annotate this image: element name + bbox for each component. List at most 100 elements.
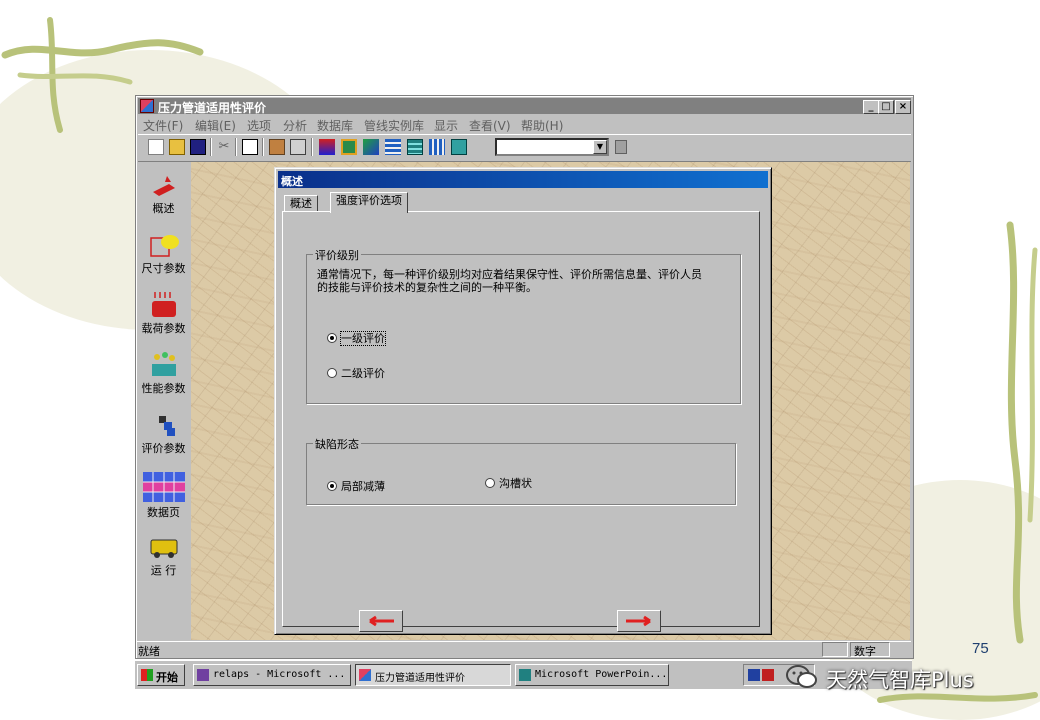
- new-icon[interactable]: [148, 139, 164, 155]
- radio-empty-icon: [327, 368, 337, 378]
- overview-dialog: 概述 概述 强度评价选项 评价级别 通常情况下，每一种评价级别均对应着结果保守性…: [274, 167, 772, 635]
- radio-local-thinning[interactable]: 局部减薄: [327, 478, 385, 494]
- sidebar-item-label: 载荷参数: [141, 322, 186, 335]
- table-icon[interactable]: [407, 139, 423, 155]
- menu-view[interactable]: 查看(V): [469, 117, 511, 134]
- sidebar-item-label: 概述: [152, 202, 175, 215]
- status-cell-empty: [822, 642, 848, 657]
- next-button[interactable]: [617, 610, 661, 632]
- group-caption: 评价级别: [313, 247, 361, 263]
- data-page-icon: [143, 472, 185, 502]
- evaluation-icon: [159, 416, 175, 436]
- fit-icon[interactable]: [451, 139, 467, 155]
- menubar: 文件(F) 编辑(E) 选项 分析 数据库 管线实例库 显示 查看(V) 帮助(…: [138, 115, 911, 133]
- evaluation-level-description: 通常情况下，每一种评价级别均对应着结果保守性、评价所需信息量、评价人员的技能与评…: [317, 268, 702, 294]
- overview-icon: [153, 176, 175, 196]
- start-label: 开始: [156, 671, 178, 684]
- dialog-title: 概述: [281, 175, 303, 188]
- menu-help[interactable]: 帮助(H): [521, 117, 563, 134]
- group-caption: 缺陷形态: [313, 436, 361, 452]
- status-num-indicator: 数字: [850, 642, 890, 658]
- menu-analysis[interactable]: 分析: [283, 117, 307, 134]
- map-icon[interactable]: [341, 139, 357, 155]
- app-titlebar[interactable]: 压力管道适用性评价 _ □ ×: [138, 98, 911, 115]
- defect-shape-group: 缺陷形态 局部减薄 沟槽状: [306, 436, 736, 505]
- task-label: Microsoft PowerPoin...: [535, 669, 668, 680]
- tab-panel: 评价级别 通常情况下，每一种评价级别均对应着结果保守性、评价所需信息量、评价人员…: [282, 211, 760, 632]
- menu-file[interactable]: 文件(F): [143, 117, 183, 134]
- toolbar: ✂ ▼: [138, 134, 911, 162]
- radio-empty-icon: [485, 478, 495, 488]
- menu-display[interactable]: 显示: [434, 117, 458, 134]
- task-relaps[interactable]: relaps - Microsoft ...: [193, 664, 351, 686]
- wechat-icon: [786, 665, 817, 688]
- minimize-button[interactable]: _: [863, 100, 879, 114]
- powerpoint-icon: [519, 669, 531, 681]
- sidebar-item-label: 尺寸参数: [141, 262, 186, 275]
- radio-label: 沟槽状: [499, 477, 532, 490]
- dialog-titlebar[interactable]: 概述: [278, 171, 768, 188]
- stack-icon[interactable]: [429, 139, 445, 155]
- task-powerpoint[interactable]: Microsoft PowerPoin...: [515, 664, 669, 686]
- toolbar-separator: [262, 138, 264, 156]
- sidebar: 概述 尺寸参数 载荷参数 性能参数 评价参数 数据页 运 行: [137, 162, 190, 640]
- radio-level-1[interactable]: 一级评价: [327, 330, 386, 346]
- radio-selected-icon: [327, 333, 337, 343]
- statusbar: 就绪 数字: [137, 641, 911, 658]
- radio-label: 二级评价: [341, 367, 385, 380]
- copy-icon[interactable]: [242, 139, 258, 155]
- print-icon[interactable]: [290, 139, 306, 155]
- paste-icon[interactable]: [269, 139, 285, 155]
- run-icon: [150, 539, 178, 558]
- dimension-icon: [150, 235, 179, 257]
- tab-overview[interactable]: 概述: [284, 195, 318, 212]
- sidebar-item-label: 性能参数: [141, 382, 186, 395]
- performance-icon: [152, 352, 176, 376]
- radio-label: 局部减薄: [341, 480, 385, 493]
- menu-database[interactable]: 数据库: [317, 117, 353, 134]
- graph-icon[interactable]: [363, 139, 379, 155]
- start-button[interactable]: 开始: [137, 664, 185, 686]
- menu-options[interactable]: 选项: [247, 117, 271, 134]
- sidebar-item-label: 运 行: [150, 564, 177, 577]
- slide-number: 75: [972, 640, 989, 657]
- list-icon[interactable]: [385, 139, 401, 155]
- sidebar-item-label: 数据页: [147, 506, 180, 519]
- cut-icon[interactable]: ✂: [216, 139, 232, 155]
- app-window: 压力管道适用性评价 _ □ × 文件(F) 编辑(E) 选项 分析 数据库 管线…: [135, 95, 914, 659]
- watermark-text: 天然气智库Plus: [826, 668, 974, 692]
- sidebar-item-label: 评价参数: [141, 442, 186, 455]
- lock-icon[interactable]: [615, 140, 627, 154]
- maximize-button[interactable]: □: [878, 100, 894, 114]
- load-icon: [152, 292, 176, 317]
- radio-groove[interactable]: 沟槽状: [485, 475, 532, 491]
- save-icon[interactable]: [190, 139, 206, 155]
- toolbar-combo[interactable]: ▼: [495, 138, 609, 156]
- tray-icon[interactable]: [762, 669, 774, 681]
- language-icon[interactable]: [748, 669, 760, 681]
- windows-logo-icon: [141, 669, 153, 681]
- radio-label: 一级评价: [340, 331, 386, 346]
- prev-button[interactable]: [359, 610, 403, 632]
- toolbar-separator: [311, 138, 313, 156]
- toolbar-separator: [210, 138, 212, 156]
- task-label: 压力管道适用性评价: [375, 673, 465, 684]
- tab-strength-options[interactable]: 强度评价选项: [330, 192, 408, 213]
- workspace: 概述 概述 强度评价选项 评价级别 通常情况下，每一种评价级别均对应着结果保守性…: [191, 162, 910, 640]
- chevron-down-icon[interactable]: ▼: [593, 140, 607, 154]
- task-label: relaps - Microsoft ...: [213, 669, 346, 680]
- relaps-icon: [197, 669, 209, 681]
- radio-selected-icon: [327, 481, 337, 491]
- status-text: 就绪: [138, 645, 160, 658]
- menu-pipe-library[interactable]: 管线实例库: [364, 117, 424, 134]
- evaluation-level-group: 评价级别 通常情况下，每一种评价级别均对应着结果保守性、评价所需信息量、评价人员…: [306, 247, 741, 404]
- open-icon[interactable]: [169, 139, 185, 155]
- radio-level-2[interactable]: 二级评价: [327, 365, 385, 381]
- close-button[interactable]: ×: [895, 100, 911, 114]
- app-icon: [359, 669, 371, 681]
- toolbar-separator: [235, 138, 237, 156]
- chart-icon[interactable]: [319, 139, 335, 155]
- left-arrow-icon: [369, 615, 394, 627]
- menu-edit[interactable]: 编辑(E): [195, 117, 236, 134]
- task-pipe-evaluation[interactable]: 压力管道适用性评价: [355, 664, 511, 686]
